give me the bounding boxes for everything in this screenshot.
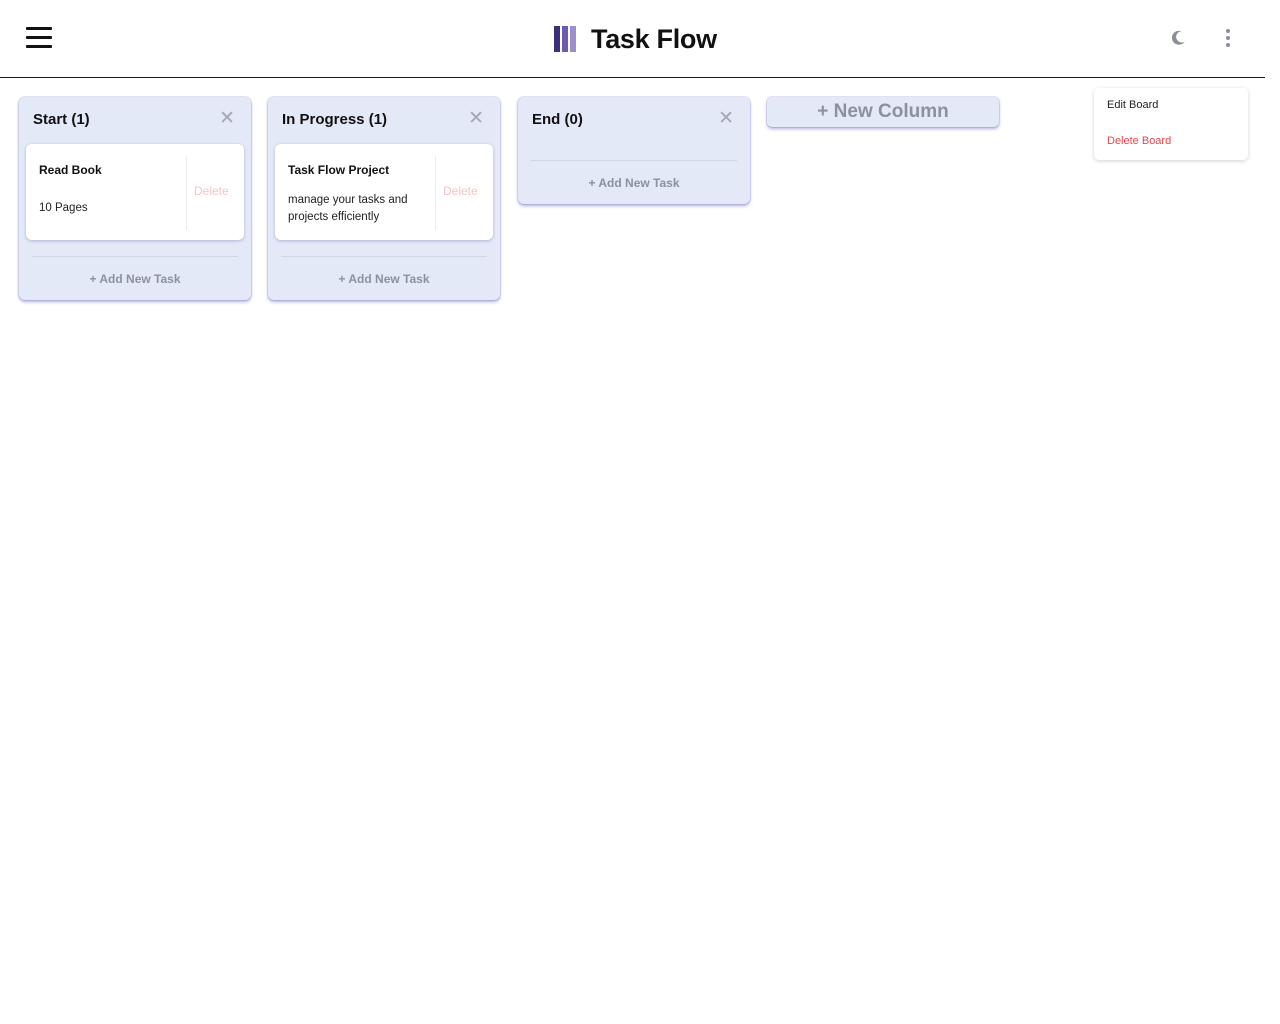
task-card[interactable]: Task Flow Project manage your tasks and … — [275, 144, 493, 240]
delete-task-button[interactable]: Delete — [194, 184, 229, 198]
delete-task-button[interactable]: Delete — [443, 184, 478, 198]
column-end: End (0) ✕ + Add New Task — [518, 97, 750, 204]
kebab-menu-icon[interactable] — [1222, 28, 1234, 50]
moon-icon[interactable] — [1168, 28, 1188, 48]
hamburger-icon[interactable] — [26, 27, 52, 49]
column-footer: + Add New Task — [531, 160, 737, 204]
task-card[interactable]: Read Book 10 Pages Delete — [26, 144, 244, 240]
new-column-button[interactable]: + New Column — [767, 97, 999, 127]
close-icon[interactable]: ✕ — [219, 109, 235, 128]
column-in-progress: In Progress (1) ✕ Task Flow Project mana… — [268, 97, 500, 300]
column-footer: + Add New Task — [281, 256, 487, 300]
column-header: End (0) ✕ — [518, 97, 750, 143]
top-bar: Task Flow — [0, 0, 1265, 78]
task-description: manage your tasks and projects efficient… — [288, 194, 408, 223]
edit-board-menu-item[interactable]: Edit Board — [1107, 99, 1158, 111]
app-title: Task Flow — [591, 23, 717, 54]
brand: Task Flow — [554, 22, 717, 56]
board-options-menu: Edit Board Delete Board — [1094, 88, 1248, 160]
column-title: In Progress (1) — [282, 111, 388, 128]
column-title: End (0) — [532, 111, 583, 128]
close-icon[interactable]: ✕ — [468, 109, 484, 128]
column-title: Start (1) — [33, 111, 90, 128]
add-task-button[interactable]: + Add New Task — [281, 272, 487, 286]
task-title: Task Flow Project — [288, 163, 390, 177]
card-divider — [186, 156, 187, 230]
add-task-button[interactable]: + Add New Task — [32, 272, 238, 286]
task-description: 10 Pages — [39, 202, 88, 214]
column-header: In Progress (1) ✕ — [268, 97, 500, 143]
column-header: Start (1) ✕ — [19, 97, 251, 143]
column-start: Start (1) ✕ Read Book 10 Pages Delete + … — [19, 97, 251, 300]
task-title: Read Book — [39, 163, 102, 177]
close-icon[interactable]: ✕ — [718, 109, 734, 128]
card-divider — [435, 156, 436, 230]
add-task-button[interactable]: + Add New Task — [531, 176, 737, 190]
delete-board-menu-item[interactable]: Delete Board — [1107, 135, 1171, 147]
board-logo-icon — [554, 26, 578, 52]
column-footer: + Add New Task — [32, 256, 238, 300]
